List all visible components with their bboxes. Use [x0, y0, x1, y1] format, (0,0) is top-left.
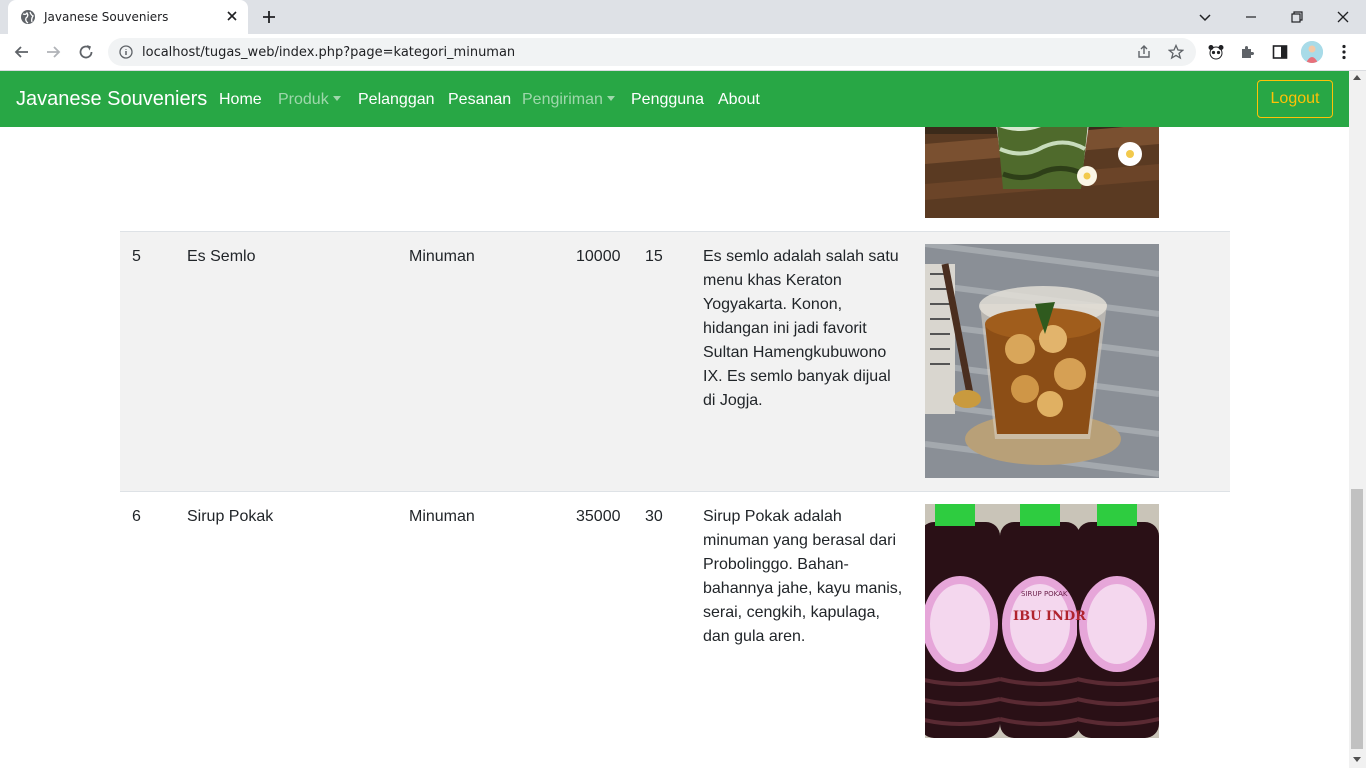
restore-icon[interactable]	[1287, 7, 1307, 27]
nav-pengguna[interactable]: Pengguna	[631, 91, 704, 109]
nav-produk-dropdown[interactable]: Produk	[278, 91, 341, 109]
scrollbar-thumb[interactable]	[1351, 489, 1363, 749]
nav-pengiriman-label: Pengiriman	[522, 91, 603, 108]
cell-description: Es semlo adalah salah satu menu khas Ker…	[703, 245, 903, 413]
scroll-up-arrow-icon[interactable]	[1353, 75, 1361, 80]
more-menu-icon[interactable]	[1335, 43, 1353, 61]
description-line: IX. Es semlo banyak dijual	[703, 368, 891, 385]
globe-icon	[21, 10, 35, 24]
caret-down-icon	[332, 96, 341, 101]
cell-price: 35000	[576, 508, 621, 525]
navbar-brand[interactable]: Javanese Souveniers	[16, 88, 207, 111]
nav-pelanggan[interactable]: Pelanggan	[358, 91, 435, 109]
cell-product-name: Es Semlo	[187, 248, 256, 265]
es-semlo-photo	[925, 244, 1159, 478]
close-tab-icon[interactable]	[224, 8, 240, 24]
minimize-icon[interactable]	[1241, 7, 1261, 27]
back-arrow-icon[interactable]	[13, 43, 31, 61]
cell-category: Minuman	[409, 508, 475, 525]
cell-no: 5	[132, 248, 141, 265]
page-viewport: Javanese Souveniers Home Produk Pelangga…	[0, 71, 1349, 768]
cell-no: 6	[132, 508, 141, 525]
new-tab-icon[interactable]	[260, 8, 278, 26]
tab-title: Javanese Souveniers	[44, 10, 169, 24]
top-navbar: Javanese Souveniers Home Produk Pelangga…	[0, 71, 1349, 127]
address-bar[interactable]: localhost/tugas_web/index.php?page=kateg…	[108, 38, 1196, 66]
panda-extension-icon[interactable]	[1207, 43, 1225, 61]
profile-avatar[interactable]	[1301, 41, 1323, 63]
description-line: dan gula aren.	[703, 628, 806, 645]
site-info-icon[interactable]	[119, 45, 133, 59]
product-image	[925, 244, 1159, 478]
description-line: di Jogja.	[703, 392, 763, 409]
nav-about[interactable]: About	[718, 91, 760, 109]
bookmark-star-icon[interactable]	[1168, 44, 1184, 60]
tab-search-icon[interactable]	[1195, 7, 1215, 27]
caret-down-icon	[606, 96, 615, 101]
url-text: localhost/tugas_web/index.php?page=kateg…	[142, 45, 516, 60]
cell-description: Sirup Pokak adalah minuman yang berasal …	[703, 505, 903, 649]
browser-toolbar: localhost/tugas_web/index.php?page=kateg…	[0, 34, 1366, 71]
cell-category: Minuman	[409, 248, 475, 265]
description-line: Sultan Hamengkubuwono	[703, 344, 887, 361]
row-divider	[120, 491, 1230, 492]
description-line: Sirup Pokak adalah	[703, 508, 842, 525]
description-line: bahannya jahe, kayu manis,	[703, 580, 903, 597]
description-line: Yogyakarta. Konon,	[703, 296, 843, 313]
bottle-label-text: SIRUP POKAK	[1021, 590, 1068, 598]
cell-product-name: Sirup Pokak	[187, 508, 274, 525]
description-line: serai, cengkih, kapulaga,	[703, 604, 880, 621]
nav-pesanan[interactable]: Pesanan	[448, 91, 511, 109]
product-image: SIRUP POKAK IBU INDR	[925, 504, 1159, 738]
description-line: menu khas Keraton	[703, 272, 842, 289]
browser-tab-strip: Javanese Souveniers	[0, 0, 1366, 34]
avatar-icon	[1301, 41, 1323, 63]
description-line: minuman yang berasal dari	[703, 532, 896, 549]
scroll-down-arrow-icon[interactable]	[1353, 757, 1361, 762]
reload-icon[interactable]	[77, 43, 95, 61]
description-line: Es semlo adalah salah satu	[703, 248, 899, 265]
description-line: Probolinggo. Bahan-	[703, 556, 849, 573]
nav-home[interactable]: Home	[219, 91, 262, 109]
logout-button[interactable]: Logout	[1257, 80, 1333, 118]
browser-tab[interactable]: Javanese Souveniers	[8, 0, 248, 34]
nav-pengiriman-dropdown[interactable]: Pengiriman	[522, 91, 615, 109]
close-window-icon[interactable]	[1333, 7, 1353, 27]
description-line: hidangan ini jadi favorit	[703, 320, 867, 337]
cell-price: 10000	[576, 248, 621, 265]
side-panel-icon[interactable]	[1271, 43, 1289, 61]
share-icon[interactable]	[1136, 44, 1152, 60]
bottle-brand-text: IBU INDR	[1013, 609, 1086, 624]
vertical-scrollbar[interactable]	[1349, 71, 1366, 768]
sirup-pokak-photo: SIRUP POKAK IBU INDR	[925, 504, 1159, 738]
forward-arrow-icon[interactable]	[44, 43, 62, 61]
extensions-puzzle-icon[interactable]	[1239, 43, 1257, 61]
nav-produk-label: Produk	[278, 91, 329, 108]
cell-stock: 30	[645, 508, 663, 525]
cell-stock: 15	[645, 248, 663, 265]
